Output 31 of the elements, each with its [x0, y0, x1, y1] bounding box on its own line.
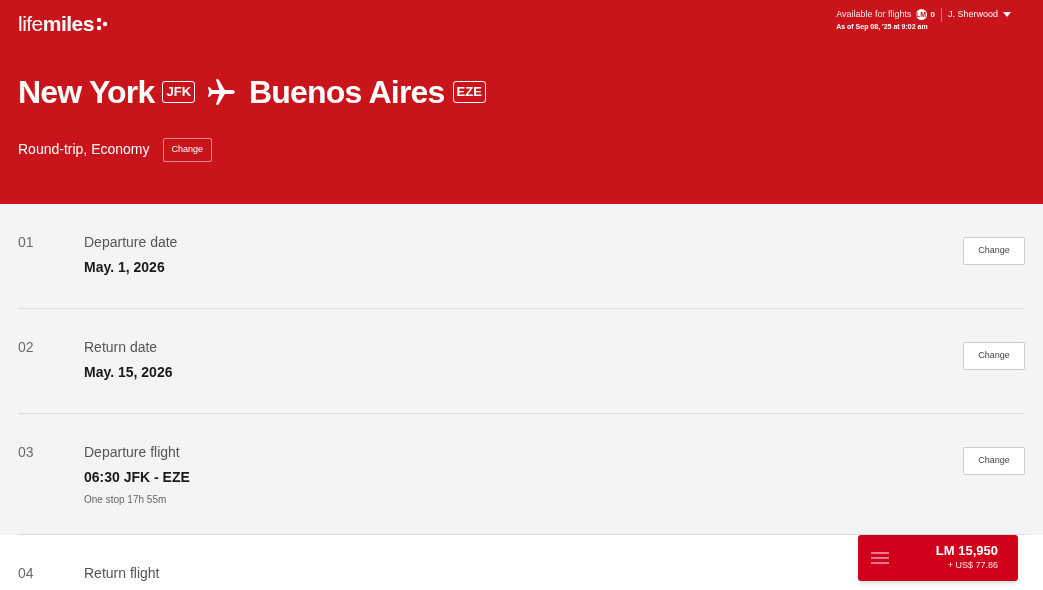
miles-price: LM 15,950	[935, 543, 998, 560]
step-number: 02	[18, 338, 35, 357]
step-title: Return flight	[84, 564, 160, 583]
step-value: 06:30 JFK - EZE	[84, 468, 190, 487]
airport-code: JFK	[162, 80, 196, 103]
trip-summary: Round-trip, Economy	[18, 140, 150, 159]
dots-icon	[95, 16, 108, 31]
change-button[interactable]: Change	[963, 342, 1025, 370]
step-title: Departure flight	[84, 443, 180, 462]
step-number: 04	[18, 564, 35, 583]
step-number: 03	[18, 443, 35, 462]
destination-city: Buenos Aires	[249, 72, 445, 112]
step-value: May. 15, 2026	[84, 363, 173, 382]
airport-code: EZE	[452, 80, 486, 103]
step-title: Departure date	[84, 233, 178, 252]
menu-icon	[871, 552, 889, 564]
availability-label: Available for flights	[836, 8, 912, 21]
origin-city: New York	[18, 72, 155, 112]
miles-balance: 0	[930, 8, 935, 21]
change-button[interactable]: Change	[963, 447, 1025, 475]
step-value: May. 1, 2026	[84, 258, 165, 277]
logo-text[interactable]: lifemiles	[18, 8, 94, 40]
step-detail: One stop 17h 55m	[84, 493, 167, 507]
caret-icon	[1003, 12, 1011, 18]
change-button[interactable]: Change	[162, 137, 213, 162]
step-title: Return date	[84, 338, 158, 357]
price-summary-button[interactable]: LM 15,950 + US$ 77.86	[858, 535, 1018, 581]
step-number: 01	[18, 233, 35, 252]
user-menu[interactable]: J. Sherwood	[947, 8, 1011, 22]
change-button[interactable]: Change	[963, 237, 1025, 265]
cash-price: + US$ 77.86	[947, 559, 998, 573]
